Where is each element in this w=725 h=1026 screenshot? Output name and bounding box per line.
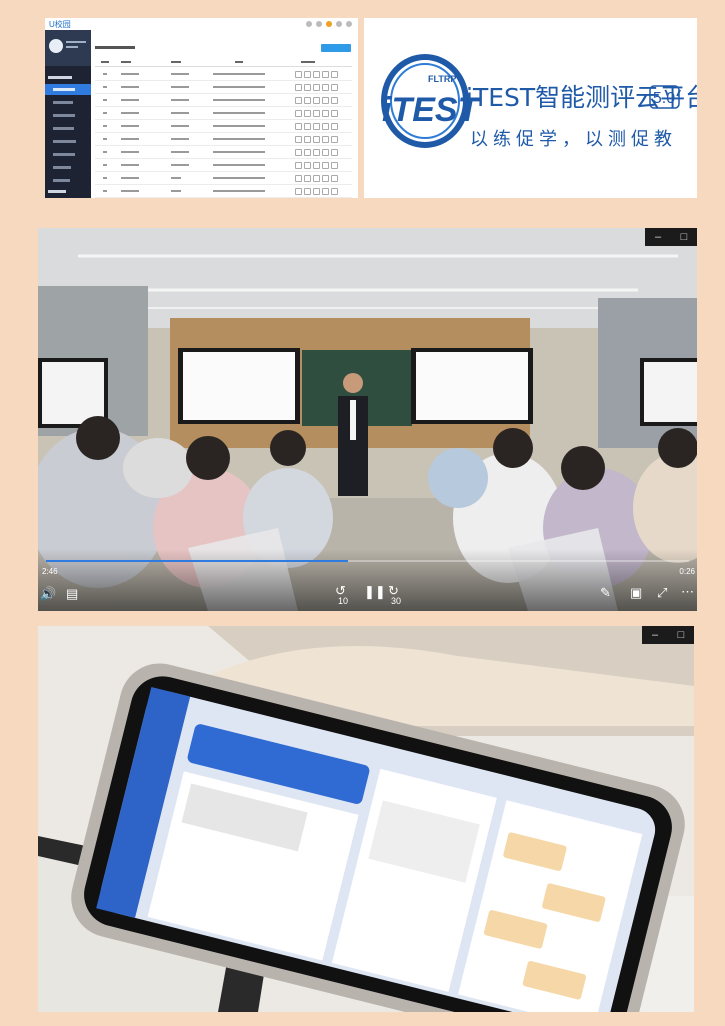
video-controls-bar bbox=[38, 549, 697, 611]
add-button bbox=[321, 44, 351, 52]
table-row bbox=[95, 133, 352, 146]
pip-icon[interactable]: ▣ bbox=[630, 586, 642, 599]
table-row bbox=[95, 107, 352, 120]
lms-screenshot: U校园 bbox=[45, 18, 358, 198]
rewind-seconds: 10 bbox=[338, 596, 349, 606]
classroom-video: – □ 2:46 0:26 🔊 ▤ ↺ 10 ❚❚ ↻ 30 ✎ ▣ ⤢ ⋯ bbox=[38, 228, 697, 611]
itest-logo: FLTRP iTEST iTEST智能测评云平台 5.0 以练促学，以测促教 bbox=[381, 54, 697, 150]
restore-button[interactable]: □ bbox=[671, 228, 697, 246]
lms-logo: U校园 bbox=[49, 20, 71, 29]
fullscreen-icon[interactable]: ⤢ bbox=[657, 586, 667, 599]
phone-video: – □ bbox=[38, 626, 694, 1012]
restore-button[interactable]: □ bbox=[668, 626, 694, 644]
sidebar-section bbox=[45, 186, 91, 197]
captions-icon[interactable]: ▤ bbox=[66, 587, 78, 600]
time-total: 0:26 bbox=[679, 567, 695, 576]
video-progress[interactable] bbox=[46, 560, 689, 562]
lms-sidebar bbox=[45, 30, 91, 198]
window-controls: – □ bbox=[642, 626, 694, 644]
coin-icon bbox=[326, 21, 332, 27]
notification-icon bbox=[306, 21, 312, 27]
sidebar-item bbox=[45, 149, 91, 160]
user-icon bbox=[336, 21, 342, 27]
pause-icon[interactable]: ❚❚ bbox=[364, 585, 386, 598]
table-row bbox=[95, 68, 352, 81]
content-title bbox=[95, 46, 135, 49]
slogan-text: 以练促学，以测促教 bbox=[470, 129, 677, 150]
time-current: 2:46 bbox=[42, 567, 58, 576]
forward-seconds: 30 bbox=[391, 596, 402, 606]
table-header bbox=[95, 58, 352, 67]
settings-icon bbox=[346, 21, 352, 27]
phone-scene bbox=[38, 626, 694, 1012]
avatar bbox=[49, 39, 63, 53]
minimize-button[interactable]: – bbox=[642, 626, 668, 644]
user-role bbox=[66, 46, 78, 48]
sidebar-item bbox=[45, 84, 91, 95]
sidebar-item bbox=[45, 162, 91, 173]
table-row bbox=[95, 172, 352, 185]
message-icon bbox=[316, 21, 322, 27]
minimize-button[interactable]: – bbox=[645, 228, 671, 246]
volume-icon[interactable]: 🔊 bbox=[40, 587, 56, 600]
sidebar-item bbox=[45, 97, 91, 108]
user-name bbox=[66, 41, 86, 43]
more-icon[interactable]: ⋯ bbox=[681, 585, 694, 598]
lms-user-box bbox=[45, 30, 91, 66]
table-row bbox=[95, 81, 352, 94]
sidebar-section bbox=[45, 72, 91, 83]
window-controls: – □ bbox=[645, 228, 697, 246]
sidebar-item bbox=[45, 175, 91, 186]
pen-icon[interactable]: ✎ bbox=[600, 586, 611, 599]
table-row bbox=[95, 146, 352, 159]
lms-content bbox=[91, 30, 358, 198]
table-row bbox=[95, 120, 352, 133]
table-row bbox=[95, 185, 352, 198]
badge-top-text: FLTRP bbox=[428, 74, 456, 84]
itest-logo-panel: FLTRP iTEST iTEST智能测评云平台 5.0 以练促学，以测促教 bbox=[364, 18, 697, 198]
sidebar-item bbox=[45, 123, 91, 134]
table-row bbox=[95, 159, 352, 172]
lms-top-icons bbox=[306, 21, 352, 27]
sidebar-item bbox=[45, 110, 91, 121]
version-text: 5.0 bbox=[653, 90, 675, 107]
sidebar-item bbox=[45, 136, 91, 147]
table-row bbox=[95, 94, 352, 107]
